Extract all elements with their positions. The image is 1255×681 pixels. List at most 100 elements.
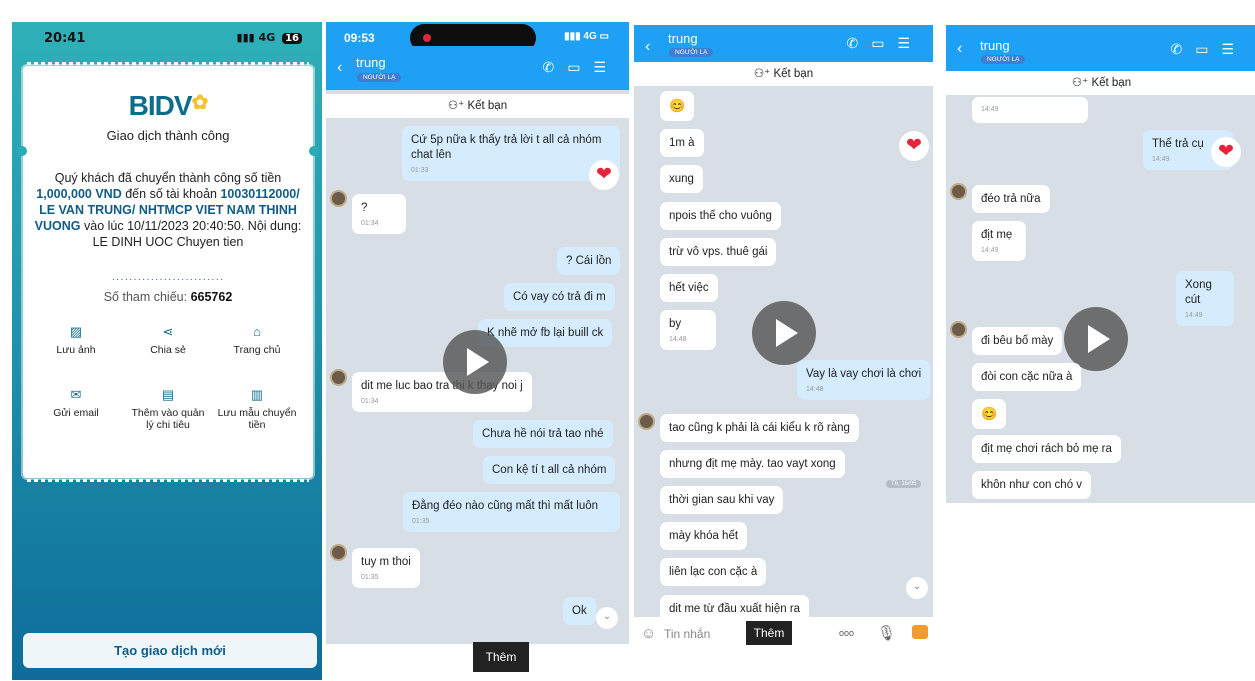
home-icon: ⌂ bbox=[253, 324, 261, 339]
message-bubble[interactable]: xung bbox=[660, 165, 703, 193]
message-bubble[interactable]: đéo trả nữa bbox=[972, 185, 1050, 213]
save-template-button[interactable]: ▥ Lưu mẫu chuyển tiền bbox=[217, 388, 297, 432]
sticker-icon[interactable]: ☺ bbox=[641, 625, 656, 642]
message-bubble[interactable]: trừ vô vps. thuê gái bbox=[660, 238, 777, 266]
message-bubble[interactable]: npois thế cho vuông bbox=[660, 202, 781, 230]
message-bubble[interactable]: Chưa hề nói trả tao nhé bbox=[473, 420, 613, 448]
message-bubble[interactable]: Xong cút 14:49 bbox=[1176, 271, 1234, 326]
message-input[interactable]: Tin nhắn bbox=[664, 627, 710, 641]
image-picker-icon[interactable] bbox=[912, 625, 928, 639]
back-icon[interactable]: ‹ bbox=[337, 59, 342, 77]
contact-name[interactable]: trung bbox=[980, 38, 1010, 53]
add-friend-label: Kết bạn bbox=[1091, 77, 1132, 89]
call-icon[interactable]: ✆ bbox=[1170, 41, 1195, 57]
video-icon[interactable]: ▭ bbox=[567, 59, 593, 75]
message-bubble[interactable]: 😊 bbox=[660, 91, 695, 121]
message-bubble[interactable]: ? 01:34 bbox=[352, 194, 406, 234]
message-bubble[interactable]: thời gian sau khi vay bbox=[660, 486, 784, 514]
scroll-down-icon[interactable]: ⌄ bbox=[906, 577, 928, 599]
menu-icon[interactable]: ☰ bbox=[1221, 41, 1247, 57]
message-bubble[interactable]: địt mẹ 14:49 bbox=[972, 221, 1026, 261]
bidv-logo: BIDV✿ bbox=[23, 90, 313, 122]
message-bubble[interactable]: tao cũng k phải là cái kiểu k rõ ràng bbox=[660, 414, 859, 442]
message-bubble[interactable]: mày khóa hết bbox=[660, 522, 748, 550]
add-expense-button[interactable]: ▤ Thêm vào quản lý chi tiêu bbox=[128, 388, 208, 432]
video-play-icon[interactable] bbox=[1064, 307, 1128, 371]
avatar[interactable] bbox=[638, 413, 655, 430]
message-text: by bbox=[669, 318, 682, 330]
message-bubble[interactable]: liên lạc con cặc à bbox=[660, 558, 767, 586]
message-bubble[interactable]: tuy m thoi 01:35 bbox=[352, 548, 420, 588]
call-icon[interactable]: ✆ bbox=[542, 59, 567, 75]
video-play-icon[interactable] bbox=[752, 301, 816, 365]
stranger-tag: NGƯỜI LẠ bbox=[357, 73, 402, 82]
message-text: nhưng địt mẹ mày. tao vayt xong bbox=[669, 458, 836, 470]
add-friend-icon: ⚇⁺ bbox=[447, 100, 468, 112]
menu-icon[interactable]: ☰ bbox=[593, 59, 619, 75]
add-friend-bar[interactable]: ⚇⁺ Kết bạn bbox=[326, 94, 629, 118]
message-bubble[interactable]: Có vay có trả đi m bbox=[504, 283, 615, 311]
save-image-button[interactable]: ▨ Lưu ảnh bbox=[36, 325, 116, 357]
message-bubble[interactable]: địt mẹ chơi rách bỏ mẹ ra bbox=[972, 435, 1121, 463]
avatar[interactable] bbox=[330, 190, 347, 207]
scroll-down-icon[interactable]: ⌄ bbox=[596, 607, 618, 629]
message-bubble[interactable]: Con kệ tí t all cả nhóm bbox=[483, 456, 616, 484]
message-bubble[interactable]: Cứ 5p nữa k thấy trả lời t all cả nhóm c… bbox=[402, 126, 620, 181]
message-bubble[interactable]: by 14:48 bbox=[660, 310, 716, 350]
message-text: khôn như con chó v bbox=[981, 479, 1083, 491]
logo-text: BIDV bbox=[128, 90, 193, 121]
message-text: ? Cái lồn bbox=[566, 255, 612, 267]
heart-reaction-icon[interactable]: ❤ bbox=[899, 131, 929, 161]
contact-name[interactable]: trung bbox=[356, 55, 386, 70]
message-bubble[interactable]: khôn như con chó v bbox=[972, 471, 1092, 499]
video-play-icon[interactable] bbox=[443, 330, 507, 394]
message-bubble[interactable]: Ok bbox=[563, 597, 596, 625]
avatar[interactable] bbox=[330, 369, 347, 386]
message-bubble[interactable]: 😊 bbox=[972, 399, 1007, 429]
microphone-icon[interactable]: 🎙 bbox=[877, 624, 896, 642]
message-bubble[interactable]: 14:49 bbox=[972, 97, 1088, 123]
message-text: xung bbox=[669, 173, 694, 185]
avatar[interactable] bbox=[950, 321, 967, 338]
video-icon[interactable]: ▭ bbox=[871, 35, 897, 51]
message-bubble[interactable]: đòi con cặc nữa à bbox=[972, 363, 1082, 391]
chat-header: ‹ trung NGƯỜI LẠ ✆▭☰ bbox=[946, 25, 1255, 71]
send-email-button[interactable]: ✉ Gửi email bbox=[36, 388, 116, 420]
message-text: thời gian sau khi vay bbox=[669, 494, 775, 506]
message-text: Cứ 5p nữa k thấy trả lời t all cả nhóm c… bbox=[411, 134, 602, 161]
status-time: 09:53 bbox=[344, 31, 375, 45]
back-icon[interactable]: ‹ bbox=[957, 40, 962, 58]
signal-icon: ▮▮▮ bbox=[564, 31, 584, 42]
battery-badge: 16 bbox=[282, 33, 302, 44]
back-icon[interactable]: ‹ bbox=[645, 38, 650, 56]
avatar[interactable] bbox=[330, 544, 347, 561]
menu-icon[interactable]: ☰ bbox=[897, 35, 923, 51]
avatar[interactable] bbox=[950, 183, 967, 200]
message-bubble[interactable]: Đằng đéo nào cũng mất thì mất luôn 01:35 bbox=[403, 492, 620, 532]
bidv-receipt-screen: 20:41 ▮▮▮ 4G 16 BIDV✿ Giao dịch thành cô… bbox=[12, 22, 322, 680]
add-friend-icon: ⚇⁺ bbox=[1071, 77, 1092, 89]
message-text: Vay là vay chơi là chơi bbox=[806, 368, 922, 380]
add-friend-bar[interactable]: ⚇⁺ Kết bạn bbox=[634, 62, 933, 86]
heart-reaction-icon[interactable]: ❤ bbox=[1211, 137, 1241, 167]
share-button[interactable]: ⋖ Chia sẻ bbox=[128, 325, 208, 357]
home-button[interactable]: ⌂ Trang chủ bbox=[217, 324, 297, 357]
message-bubble[interactable]: đi bêu bố mày bbox=[972, 327, 1063, 355]
add-friend-bar[interactable]: ⚇⁺ Kết bạn bbox=[946, 71, 1255, 95]
receipt-notch-left bbox=[17, 146, 27, 156]
video-icon[interactable]: ▭ bbox=[1195, 41, 1221, 57]
more-options-icon[interactable]: ooo bbox=[839, 628, 854, 638]
call-icon[interactable]: ✆ bbox=[846, 35, 871, 51]
message-bubble[interactable]: Vay là vay chơi là chơi 14:48 bbox=[797, 360, 931, 400]
message-bubble[interactable]: nhưng địt mẹ mày. tao vayt xong bbox=[660, 450, 845, 478]
message-text: dit me từ đầu xuất hiện ra bbox=[669, 603, 801, 615]
message-bubble[interactable]: 1m à bbox=[660, 129, 704, 157]
message-text: hết việc bbox=[669, 282, 709, 294]
message-bubble[interactable]: ? Cái lồn bbox=[557, 247, 621, 275]
new-transaction-button[interactable]: Tạo giao dịch mới bbox=[23, 633, 317, 668]
message-bubble[interactable]: dit me luc bao tra thi k thay noi j 01:34 bbox=[352, 372, 532, 412]
heart-reaction-icon[interactable]: ❤ bbox=[589, 160, 619, 190]
contact-name[interactable]: trung bbox=[668, 31, 698, 46]
flower-icon: ✿ bbox=[191, 92, 209, 114]
message-bubble[interactable]: hết việc bbox=[660, 274, 718, 302]
